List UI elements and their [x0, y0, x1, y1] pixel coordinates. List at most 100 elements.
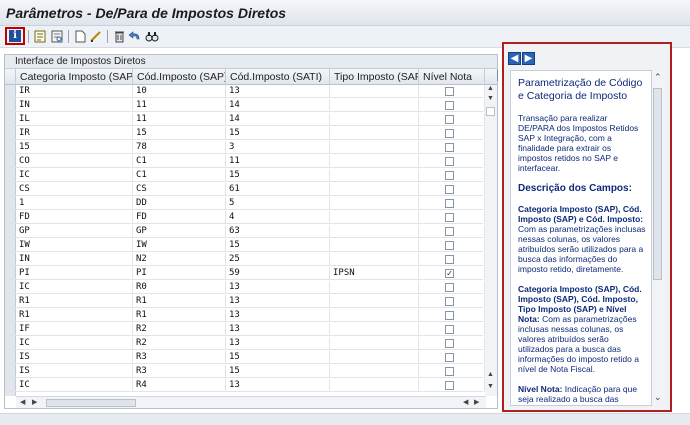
column-header-categoria[interactable]: Categoria Imposto (SAP) [16, 69, 133, 85]
cell-cod-sap[interactable]: C1 [133, 155, 226, 168]
nivel-nota-checkbox[interactable] [445, 367, 454, 376]
nivel-nota-checkbox[interactable] [445, 339, 454, 348]
cell-categoria[interactable]: GP [16, 225, 133, 238]
cell-cod-sap[interactable]: R3 [133, 365, 226, 378]
cell-cod-sap[interactable]: 11 [133, 113, 226, 126]
table-row[interactable]: IS R3 15 [5, 365, 485, 378]
scroll-right-end-icon[interactable]: ▶ [474, 398, 479, 406]
table-row[interactable]: IC R0 13 [5, 281, 485, 294]
cell-cod-sap[interactable]: N2 [133, 253, 226, 266]
cell-cod-sap[interactable]: PI [133, 267, 226, 280]
nivel-nota-checkbox[interactable] [445, 213, 454, 222]
cell-cod-sati[interactable]: 25 [226, 253, 330, 266]
cell-cod-sati[interactable]: 13 [226, 309, 330, 322]
cell-categoria[interactable]: FD [16, 211, 133, 224]
cell-cod-sati[interactable]: 13 [226, 281, 330, 294]
nivel-nota-checkbox[interactable] [445, 297, 454, 306]
table-row[interactable]: PI PI 59 IPSN ✓ [5, 267, 485, 280]
nivel-nota-checkbox[interactable] [445, 241, 454, 250]
table-row[interactable]: IN N2 25 [5, 253, 485, 266]
scroll-down-icon[interactable]: ▼ [487, 95, 494, 102]
table-row[interactable]: R1 R1 13 [5, 295, 485, 308]
cell-tipo-imposto[interactable]: IPSN [330, 267, 419, 280]
nivel-nota-checkbox[interactable] [445, 325, 454, 334]
cell-cod-sati[interactable]: 61 [226, 183, 330, 196]
table-row[interactable]: IR 15 15 [5, 127, 485, 140]
table-row[interactable]: IC R2 13 [5, 337, 485, 350]
help-scroll-up-icon[interactable]: ⌃ [654, 72, 662, 83]
nivel-nota-checkbox[interactable] [445, 311, 454, 320]
scroll-right-icon[interactable]: ▶ [32, 398, 37, 406]
cell-cod-sati[interactable]: 13 [226, 85, 330, 98]
help-vertical-scrollbar[interactable]: ⌃ ⌄ [652, 70, 664, 406]
cell-cod-sati[interactable]: 4 [226, 211, 330, 224]
cell-cod-sati[interactable]: 63 [226, 225, 330, 238]
cell-tipo-imposto[interactable] [330, 253, 419, 266]
scroll-down-bottom-icon[interactable]: ▼ [487, 383, 494, 390]
cell-cod-sati[interactable]: 13 [226, 323, 330, 336]
table-row[interactable]: IW IW 15 [5, 239, 485, 252]
nivel-nota-checkbox[interactable] [445, 381, 454, 390]
cell-tipo-imposto[interactable] [330, 323, 419, 336]
help-scroll-thumb[interactable] [653, 88, 662, 280]
cell-tipo-imposto[interactable] [330, 337, 419, 350]
cell-cod-sap[interactable]: 78 [133, 141, 226, 154]
cell-categoria[interactable]: R1 [16, 309, 133, 322]
grid-horizontal-scrollbar[interactable]: ◀ ▶ ◀ ▶ [16, 396, 486, 408]
cell-tipo-imposto[interactable] [330, 183, 419, 196]
new-document-button[interactable] [72, 28, 88, 44]
nivel-nota-checkbox[interactable] [445, 87, 454, 96]
cell-categoria[interactable]: IW [16, 239, 133, 252]
cell-cod-sap[interactable]: IW [133, 239, 226, 252]
cell-cod-sap[interactable]: 15 [133, 127, 226, 140]
nivel-nota-checkbox[interactable]: ✓ [445, 269, 454, 279]
cell-cod-sati[interactable]: 14 [226, 113, 330, 126]
horizontal-scroll-thumb[interactable] [46, 399, 136, 407]
delete-button[interactable] [111, 28, 127, 44]
table-row[interactable]: IN 11 14 [5, 99, 485, 112]
scroll-up-bottom-icon[interactable]: ▲ [487, 371, 494, 378]
cell-cod-sap[interactable]: R1 [133, 295, 226, 308]
table-row[interactable]: IC C1 15 [5, 169, 485, 182]
table-row[interactable]: IR 10 13 [5, 85, 485, 98]
info-button[interactable]: i [5, 27, 25, 45]
table-row[interactable]: R1 R1 13 [5, 309, 485, 322]
table-row[interactable]: CS CS 61 [5, 183, 485, 196]
cell-cod-sap[interactable]: R1 [133, 309, 226, 322]
arrow-left-icon[interactable]: ◀ [508, 52, 521, 65]
table-row[interactable]: GP GP 63 [5, 225, 485, 238]
cell-cod-sap[interactable]: CS [133, 183, 226, 196]
cell-cod-sati[interactable]: 3 [226, 141, 330, 154]
column-header-tipo-imposto[interactable]: Tipo Imposto (SAP) [330, 69, 419, 85]
cell-categoria[interactable]: IC [16, 379, 133, 392]
nivel-nota-checkbox[interactable] [445, 227, 454, 236]
cell-cod-sati[interactable]: 13 [226, 379, 330, 392]
cell-categoria[interactable]: CS [16, 183, 133, 196]
nivel-nota-checkbox[interactable] [445, 185, 454, 194]
cell-cod-sap[interactable]: 11 [133, 99, 226, 112]
nivel-nota-checkbox[interactable] [445, 255, 454, 264]
cell-tipo-imposto[interactable] [330, 127, 419, 140]
cell-cod-sap[interactable]: GP [133, 225, 226, 238]
scroll-thumb[interactable] [486, 107, 495, 116]
cell-cod-sati[interactable]: 5 [226, 197, 330, 210]
cell-tipo-imposto[interactable] [330, 365, 419, 378]
nivel-nota-checkbox[interactable] [445, 283, 454, 292]
cell-cod-sap[interactable]: FD [133, 211, 226, 224]
cell-cod-sati[interactable]: 13 [226, 337, 330, 350]
cell-tipo-imposto[interactable] [330, 85, 419, 98]
table-row[interactable]: CO C1 11 [5, 155, 485, 168]
cell-tipo-imposto[interactable] [330, 295, 419, 308]
cell-cod-sap[interactable]: R4 [133, 379, 226, 392]
cell-categoria[interactable]: IN [16, 253, 133, 266]
cell-categoria[interactable]: IR [16, 85, 133, 98]
cell-categoria[interactable]: IC [16, 337, 133, 350]
column-header-cod-sap[interactable]: Cód.Imposto (SAP) [133, 69, 226, 85]
cell-cod-sati[interactable]: 14 [226, 99, 330, 112]
table-row[interactable]: IF R2 13 [5, 323, 485, 336]
scroll-left-end-icon[interactable]: ◀ [463, 398, 468, 406]
edit-button[interactable] [88, 28, 104, 44]
cell-categoria[interactable]: 1 [16, 197, 133, 210]
select-all-corner[interactable] [5, 69, 16, 85]
cell-cod-sap[interactable]: 10 [133, 85, 226, 98]
